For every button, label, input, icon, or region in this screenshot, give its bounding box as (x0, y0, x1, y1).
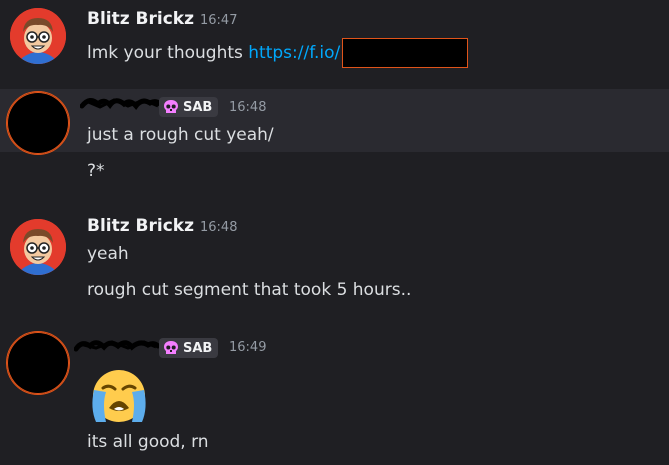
cartoon-face-icon (10, 219, 66, 275)
message-text: ?* (87, 161, 105, 181)
redacted-username-scribble (74, 340, 160, 352)
message-timestamp: 16:47 (200, 13, 238, 28)
message-timestamp: 16:48 (200, 220, 238, 235)
message-timestamp: 16:48 (229, 100, 267, 115)
avatar[interactable] (6, 91, 70, 155)
message-text: just a rough cut yeah/ (87, 125, 274, 145)
message-author[interactable]: Blitz Brickz (87, 9, 194, 29)
message-link[interactable]: https://f.io/ (248, 43, 340, 63)
message-continuation: ?* (0, 152, 669, 192)
role-tag-label: SAB (183, 99, 213, 115)
avatar[interactable] (6, 331, 70, 395)
chat-message-list: Blitz Brickz 16:47 lmk your thoughts htt… (0, 0, 669, 465)
message-group-1: Blitz Brickz 16:47 lmk your thoughts htt… (0, 0, 669, 84)
message-timestamp: 16:49 (229, 340, 267, 355)
loudly-crying-face-emoji[interactable] (86, 364, 152, 424)
role-tag-label: SAB (183, 340, 213, 356)
message-text: lmk your thoughts https://f.io/ (87, 38, 469, 68)
message-text: its all good, rn (87, 432, 209, 452)
message-text: rough cut segment that took 5 hours.. (87, 280, 412, 300)
avatar[interactable] (10, 8, 66, 64)
role-tag[interactable]: SAB (159, 97, 218, 117)
avatar[interactable] (10, 219, 66, 275)
skull-icon (164, 341, 178, 354)
message-author[interactable]: Blitz Brickz (87, 216, 194, 236)
cartoon-face-icon (10, 8, 66, 64)
skull-icon (164, 100, 178, 113)
message-group-3: Blitz Brickz 16:48 yeah rough cut segmen… (0, 206, 669, 316)
message-group-2: SAB 16:48 just a rough cut yeah/ (0, 89, 669, 155)
redacted-username-scribble (80, 98, 162, 110)
message-text-content: lmk your thoughts (87, 43, 249, 63)
role-tag[interactable]: SAB (159, 338, 218, 358)
redacted-link-box (342, 38, 469, 68)
message-group-4: SAB 16:49 its all good, rn (0, 324, 669, 465)
message-text: yeah (87, 244, 129, 264)
